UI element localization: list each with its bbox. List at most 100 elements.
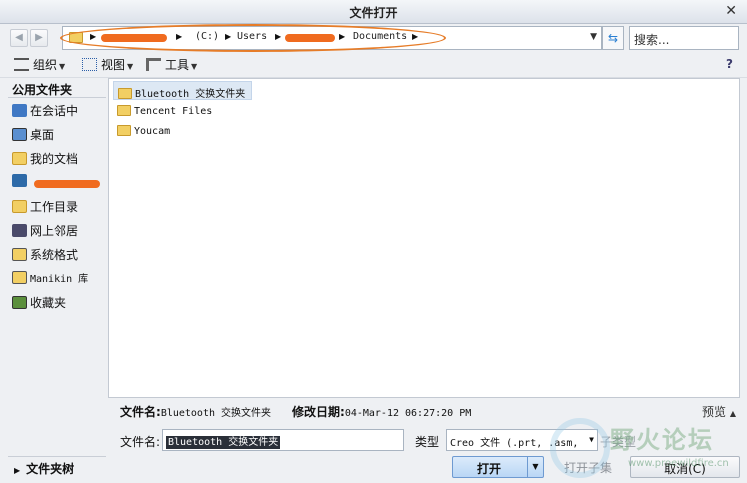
sidebar-item-label: 工作目录: [30, 200, 79, 214]
chevron-down-icon: ▼: [59, 62, 66, 71]
file-name: Bluetooth 交换文件夹: [135, 89, 246, 100]
sidebar-item-label: 网上邻居: [30, 224, 79, 238]
type-value: Creo 文件 (.prt, .asm,: [450, 438, 579, 449]
folder-tree-label: 文件夹树: [26, 462, 75, 476]
sidebar-item-in-session[interactable]: 在会话中: [12, 102, 108, 122]
favorites-icon: [12, 296, 27, 309]
redaction-mark: [34, 180, 100, 188]
filename-value: Bluetooth 交换文件夹: [166, 436, 281, 449]
filename-field[interactable]: Bluetooth 交换文件夹: [162, 429, 404, 451]
list-item[interactable]: Youcam: [113, 122, 176, 141]
sidebar-item-label: 系统格式: [30, 248, 79, 262]
open-button[interactable]: 打开 ▼: [452, 456, 544, 478]
chevron-right-icon[interactable]: ▶: [90, 32, 96, 41]
organize-label: 组织: [33, 58, 58, 72]
network-icon: [12, 224, 27, 237]
monitor-icon: [12, 104, 27, 117]
dialog-footer: ▶ 文件夹树 打开 ▼ 打开子集 取消(C): [0, 454, 747, 483]
chevron-right-icon[interactable]: ▶: [339, 32, 345, 41]
file-info-date: 修改日期:04-Mar-12 06:27:20 PM: [292, 403, 471, 420]
type-label: 类型: [415, 435, 440, 449]
tools-icon: [146, 58, 161, 71]
computer-icon: [12, 174, 27, 187]
sidebar: 公用文件夹 在会话中 桌面 我的文档 工作目录 网上邻居 系统格式 Maniki…: [8, 78, 106, 398]
desktop-icon: [12, 128, 27, 141]
working-dir-icon: [12, 200, 27, 213]
chevron-right-icon[interactable]: ▶: [412, 32, 418, 41]
subtype-select[interactable]: 子类型: [600, 429, 740, 451]
forward-arrow-icon[interactable]: ▶: [30, 29, 48, 47]
folder-tree-toggle[interactable]: ▶ 文件夹树: [8, 456, 106, 478]
tools-label: 工具: [165, 58, 190, 72]
back-arrow-icon[interactable]: ◀: [10, 29, 28, 47]
sidebar-item-my-documents[interactable]: 我的文档: [12, 150, 108, 170]
sidebar-item-label: 我的文档: [30, 152, 79, 166]
sidebar-item-label: 桌面: [30, 128, 55, 142]
file-name: Tencent Files: [134, 106, 213, 117]
view-icon: [82, 58, 97, 71]
window-title: 文件打开: [349, 6, 398, 20]
chevron-up-icon: ▲: [729, 409, 736, 418]
breadcrumb-users[interactable]: Users: [237, 31, 267, 42]
system-format-icon: [12, 248, 27, 261]
folder-icon: [118, 88, 132, 99]
list-item[interactable]: Bluetooth 交换文件夹: [113, 81, 253, 100]
sidebar-item-label: 在会话中: [30, 104, 79, 118]
refresh-icon[interactable]: ⇆: [602, 26, 624, 50]
redaction-mark: [285, 34, 335, 42]
help-icon[interactable]: ?: [726, 57, 733, 71]
preview-label: 预览: [702, 405, 727, 419]
path-breadcrumb[interactable]: ▶ ▶ (C:) ▶ Users ▶ ▶ Documents ▶ ▼: [62, 26, 602, 50]
breadcrumb-documents[interactable]: Documents: [353, 31, 407, 42]
breadcrumb-drive[interactable]: (C:): [195, 31, 219, 42]
view-menu[interactable]: 视图 ▼: [82, 56, 133, 74]
cancel-button[interactable]: 取消(C): [630, 456, 740, 478]
sidebar-item-system-format[interactable]: 系统格式: [12, 246, 108, 266]
type-select[interactable]: Creo 文件 (.prt, .asm, ▼: [446, 429, 598, 451]
title-bar: 文件打开 ✕: [0, 0, 747, 24]
close-icon[interactable]: ✕: [725, 3, 737, 19]
info-date-value: 04-Mar-12 06:27:20 PM: [344, 408, 472, 419]
sidebar-item-working-directory[interactable]: 工作目录: [12, 198, 108, 218]
sidebar-item-network[interactable]: 网上邻居: [12, 222, 108, 242]
file-list[interactable]: Bluetooth 交换文件夹 Tencent Files Youcam: [108, 78, 740, 398]
search-input[interactable]: 搜索...: [629, 26, 739, 50]
chevron-down-icon: ▼: [589, 435, 594, 444]
address-bar: ◀ ▶ ▶ ▶ (C:) ▶ Users ▶ ▶ Documents ▶ ▼ ⇆…: [0, 24, 747, 52]
preview-toggle[interactable]: 预览 ▲: [702, 403, 736, 420]
organize-menu[interactable]: 组织 ▼: [14, 56, 65, 74]
chevron-down-icon: ▼: [191, 62, 198, 71]
folder-icon: [117, 125, 131, 136]
sidebar-item-label: 收藏夹: [30, 296, 67, 310]
file-name: Youcam: [134, 126, 171, 137]
chevron-right-icon[interactable]: ▶: [225, 32, 231, 41]
redaction-mark: [101, 34, 167, 42]
sidebar-item-label: Manikin 库: [30, 274, 89, 285]
sidebar-item-favorites[interactable]: 收藏夹: [12, 294, 108, 314]
chevron-down-icon[interactable]: ▼: [590, 32, 597, 42]
folder-icon: [69, 32, 83, 43]
file-info-bar: 文件名:Bluetooth 交换文件夹 修改日期:04-Mar-12 06:27…: [108, 400, 740, 422]
chevron-right-icon: ▶: [14, 466, 21, 475]
sidebar-item-manikin[interactable]: Manikin 库: [12, 270, 108, 290]
open-label: 打开: [477, 462, 502, 476]
info-name-value: Bluetooth 交换文件夹: [160, 408, 272, 419]
subtype-label: 子类型: [600, 435, 637, 449]
chevron-down-icon[interactable]: ▼: [527, 457, 543, 477]
chevron-right-icon[interactable]: ▶: [176, 32, 182, 41]
filename-row: 文件名: Bluetooth 交换文件夹 类型 Creo 文件 (.prt, .…: [108, 428, 740, 454]
sidebar-item-computer[interactable]: [12, 174, 108, 194]
chevron-right-icon[interactable]: ▶: [275, 32, 281, 41]
documents-icon: [12, 152, 27, 165]
tools-menu[interactable]: 工具 ▼: [146, 56, 197, 74]
chevron-down-icon: ▼: [127, 62, 134, 71]
sidebar-heading: 公用文件夹: [8, 78, 106, 98]
filename-label: 文件名:: [120, 435, 161, 449]
sidebar-item-desktop[interactable]: 桌面: [12, 126, 108, 146]
view-label: 视图: [101, 58, 126, 72]
list-item[interactable]: Tencent Files: [113, 102, 218, 121]
info-date-label: 修改日期:: [292, 405, 345, 419]
organize-icon: [14, 58, 29, 71]
open-subset-button[interactable]: 打开子集: [552, 456, 624, 478]
info-name-label: 文件名:: [120, 405, 161, 419]
